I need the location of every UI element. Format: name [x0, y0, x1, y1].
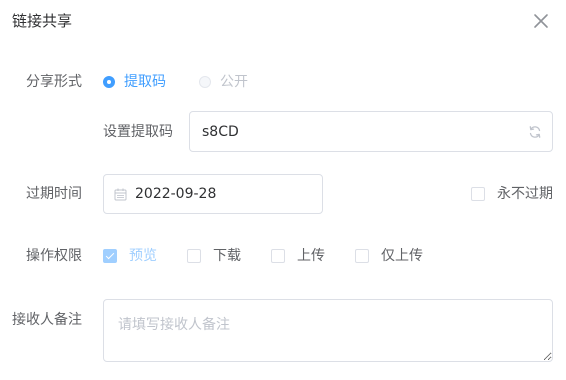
share-form-label: 分享形式	[26, 74, 82, 90]
radio-label: 提取码	[124, 74, 166, 90]
remark-label: 接收人备注	[12, 312, 82, 328]
extract-code-value: s8CD	[202, 123, 239, 140]
radio-dot	[199, 76, 211, 88]
permission-download-checkbox[interactable]: 下载	[187, 246, 241, 266]
checkbox-box	[355, 249, 369, 263]
radio-public[interactable]: 公开	[199, 72, 248, 92]
calendar-icon	[114, 188, 127, 201]
checkbox-box	[271, 249, 285, 263]
checkbox-box	[471, 187, 485, 201]
close-icon[interactable]	[532, 12, 550, 30]
expiry-label: 过期时间	[26, 186, 82, 202]
radio-extract-code[interactable]: 提取码	[103, 72, 166, 92]
permission-label: 仅上传	[381, 248, 423, 264]
permission-preview-checkbox[interactable]: 预览	[103, 246, 157, 266]
never-expire-checkbox[interactable]: 永不过期	[471, 184, 553, 204]
checkbox-box	[103, 249, 117, 263]
refresh-icon[interactable]	[528, 125, 542, 139]
expiry-date-value: 2022-09-28	[135, 186, 217, 202]
expiry-date-picker[interactable]: 2022-09-28	[103, 174, 323, 214]
dialog-title: 链接共享	[12, 12, 73, 30]
never-expire-label: 永不过期	[497, 186, 553, 202]
checkbox-box	[187, 249, 201, 263]
radio-dot	[103, 76, 115, 88]
extract-code-input[interactable]: s8CD	[189, 111, 553, 152]
permission-label: 预览	[129, 248, 157, 264]
permissions-label: 操作权限	[26, 248, 82, 264]
extract-code-label: 设置提取码	[103, 124, 173, 140]
remark-textarea[interactable]	[103, 299, 553, 362]
link-share-dialog: 链接共享 分享形式 提取码 公开 设置提取码 s8CD 过期时间 2022-09…	[0, 0, 566, 380]
permission-upload-checkbox[interactable]: 上传	[271, 246, 325, 266]
radio-label: 公开	[220, 74, 248, 90]
permission-upload-only-checkbox[interactable]: 仅上传	[355, 246, 423, 266]
permission-label: 上传	[297, 248, 325, 264]
permission-label: 下载	[213, 248, 241, 264]
